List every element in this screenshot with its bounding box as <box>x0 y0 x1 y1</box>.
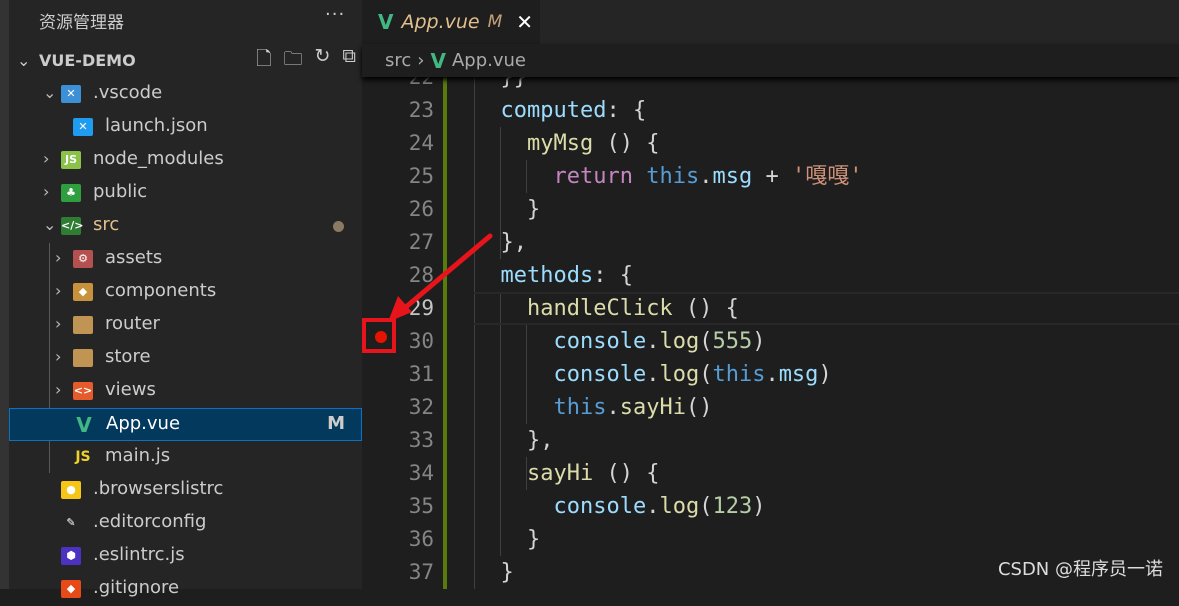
watermark: CSDN @程序员一诺 <box>997 559 1163 580</box>
annotation-arrow <box>388 233 493 322</box>
